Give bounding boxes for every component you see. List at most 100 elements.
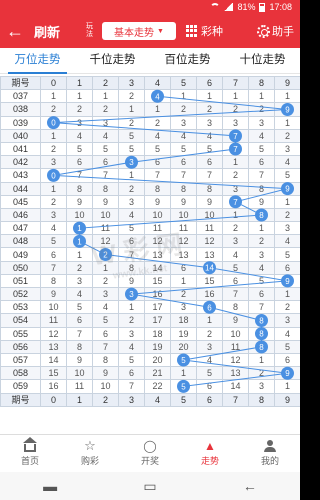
omission-cell: 11 (170, 221, 197, 236)
header-cell: 2 (92, 76, 119, 91)
omission-cell: 3 (248, 115, 275, 130)
omission-cell: 6 (274, 352, 300, 368)
omission-cell: 2 (222, 102, 249, 117)
omission-cell: 1 (248, 352, 275, 368)
trend-table-body: 037 1 1 1 2 4 1 1 1 1 1 038 2 2 2 1 1 2 2 2 2 9 039 0 3 3 2 2 3 3 3 3 1 0… (0, 89, 300, 407)
omission-cell: 6 (40, 247, 67, 262)
nav-draw-label: 开奖 (140, 456, 159, 466)
issue-cell: 057 (0, 352, 41, 368)
omission-cell: 2 (274, 300, 300, 315)
recent-apps-icon[interactable]: ▬ (43, 478, 57, 494)
issue-cell: 046 (0, 207, 41, 223)
omission-cell: 6 (92, 326, 119, 341)
omission-cell: 7 (196, 168, 223, 183)
omission-cell: 8 (248, 326, 275, 341)
omission-cell: 1 (274, 194, 300, 209)
omission-cell: 1 (196, 313, 223, 328)
table-row: 045 2 9 9 3 9 9 9 7 9 1 (0, 194, 300, 209)
back-button[interactable]: ← (0, 14, 30, 48)
omission-cell: 7 (92, 339, 119, 354)
omission-cell: 1 (66, 247, 93, 262)
tab-thousands[interactable]: 千位走势 (75, 48, 150, 73)
trend-table: 期号 0 1 2 3 4 5 6 7 8 9 037 1 1 1 2 4 1 1 1 1 1 038 2… (0, 76, 300, 407)
back-arrow-icon[interactable]: ← (243, 478, 257, 494)
omission-cell: 18 (144, 326, 171, 341)
omission-cell: 9 (222, 313, 249, 328)
omission-cell: 11 (222, 339, 249, 354)
omission-cell: 3 (170, 115, 197, 130)
omission-cell: 17 (144, 300, 171, 315)
omission-cell: 13 (40, 339, 67, 354)
omission-cell: 10 (66, 207, 93, 223)
nav-mine[interactable]: 我的 (240, 435, 300, 472)
refresh-button[interactable]: 刷新 (34, 22, 60, 41)
omission-cell: 15 (40, 366, 67, 381)
omission-cell: 3 (66, 273, 93, 289)
omission-cell: 2 (92, 392, 119, 407)
home-button-icon[interactable]: ▭ (143, 478, 156, 495)
omission-cell: 5 (170, 379, 197, 394)
omission-cell: 5 (40, 234, 67, 249)
omission-cell: 8 (66, 339, 93, 354)
omission-cell: 2 (66, 260, 93, 275)
tab-tens[interactable]: 十位走势 (225, 48, 300, 73)
issue-cell: 053 (0, 300, 41, 315)
omission-cell: 6 (222, 273, 249, 289)
lottery-type-button[interactable]: 彩种 (186, 23, 223, 39)
omission-cell: 9 (118, 273, 145, 289)
omission-cell: 7 (222, 392, 249, 407)
omission-cell: 2 (40, 141, 67, 157)
omission-cell: 13 (196, 247, 223, 262)
omission-cell: 9 (196, 194, 223, 209)
system-nav-bar: ▬ ▭ ← (0, 472, 300, 500)
omission-cell: 4 (170, 128, 197, 143)
table-row: 056 13 8 7 4 19 20 3 11 8 5 (0, 339, 300, 354)
omission-cell: 3 (92, 286, 119, 302)
trophy-icon: ◯ (143, 439, 157, 453)
omission-cell: 2 (274, 207, 300, 223)
trend-table-container[interactable]: 期号 0 1 2 3 4 5 6 7 8 9 037 1 1 1 2 4 1 1 1 1 1 038 2… (0, 76, 300, 432)
lottery-type-label: 彩种 (201, 26, 224, 38)
omission-cell: 4 (222, 247, 249, 262)
omission-cell: 2 (66, 102, 93, 117)
omission-cell: 4 (144, 128, 171, 143)
grid-icon (186, 25, 198, 37)
omission-cell: 1 (40, 128, 67, 143)
nav-buy[interactable]: ☆ 购彩 (60, 435, 120, 472)
issue-cell: 041 (0, 141, 41, 157)
omission-cell: 14 (40, 352, 67, 368)
omission-cell: 1 (40, 181, 67, 196)
nav-draw[interactable]: ◯ 开奖 (120, 435, 180, 472)
omission-cell: 12 (222, 352, 249, 368)
helper-button[interactable]: 助手 (257, 23, 294, 39)
trend-type-select[interactable]: 基本走势 ▼ (102, 22, 177, 40)
nav-trend[interactable]: ▲ 走势 (180, 435, 240, 472)
omission-cell: 1 (222, 89, 249, 104)
omission-cell: 9 (274, 273, 300, 289)
omission-cell: 1 (118, 168, 145, 183)
omission-cell: 5 (92, 141, 119, 157)
nav-mine-label: 我的 (260, 456, 279, 466)
tab-hundreds[interactable]: 百位走势 (150, 48, 225, 73)
omission-cell: 8 (92, 181, 119, 196)
omission-cell: 12 (196, 234, 223, 249)
omission-cell: 6 (170, 260, 197, 275)
omission-cell: 14 (144, 260, 171, 275)
issue-cell: 051 (0, 273, 41, 289)
header-cell: 8 (248, 76, 275, 91)
omission-cell: 3 (222, 181, 249, 196)
tab-ten-thousands[interactable]: 万位走势 (0, 48, 75, 74)
omission-cell: 2 (92, 273, 119, 289)
omission-cell: 3 (40, 155, 67, 170)
table-row: 048 5 1 12 6 12 12 12 3 2 4 (0, 234, 300, 249)
omission-cell: 7 (66, 168, 93, 183)
omission-cell: 4 (248, 128, 275, 143)
nav-home[interactable]: 首页 (0, 435, 60, 472)
omission-cell: 8 (118, 260, 145, 275)
omission-cell: 7 (92, 168, 119, 183)
bottom-nav: 首页 ☆ 购彩 ◯ 开奖 ▲ 走势 我的 (0, 434, 300, 472)
omission-cell: 9 (66, 352, 93, 368)
omission-cell: 4 (144, 392, 171, 407)
omission-cell: 5 (118, 352, 145, 368)
omission-cell: 13 (144, 247, 171, 262)
